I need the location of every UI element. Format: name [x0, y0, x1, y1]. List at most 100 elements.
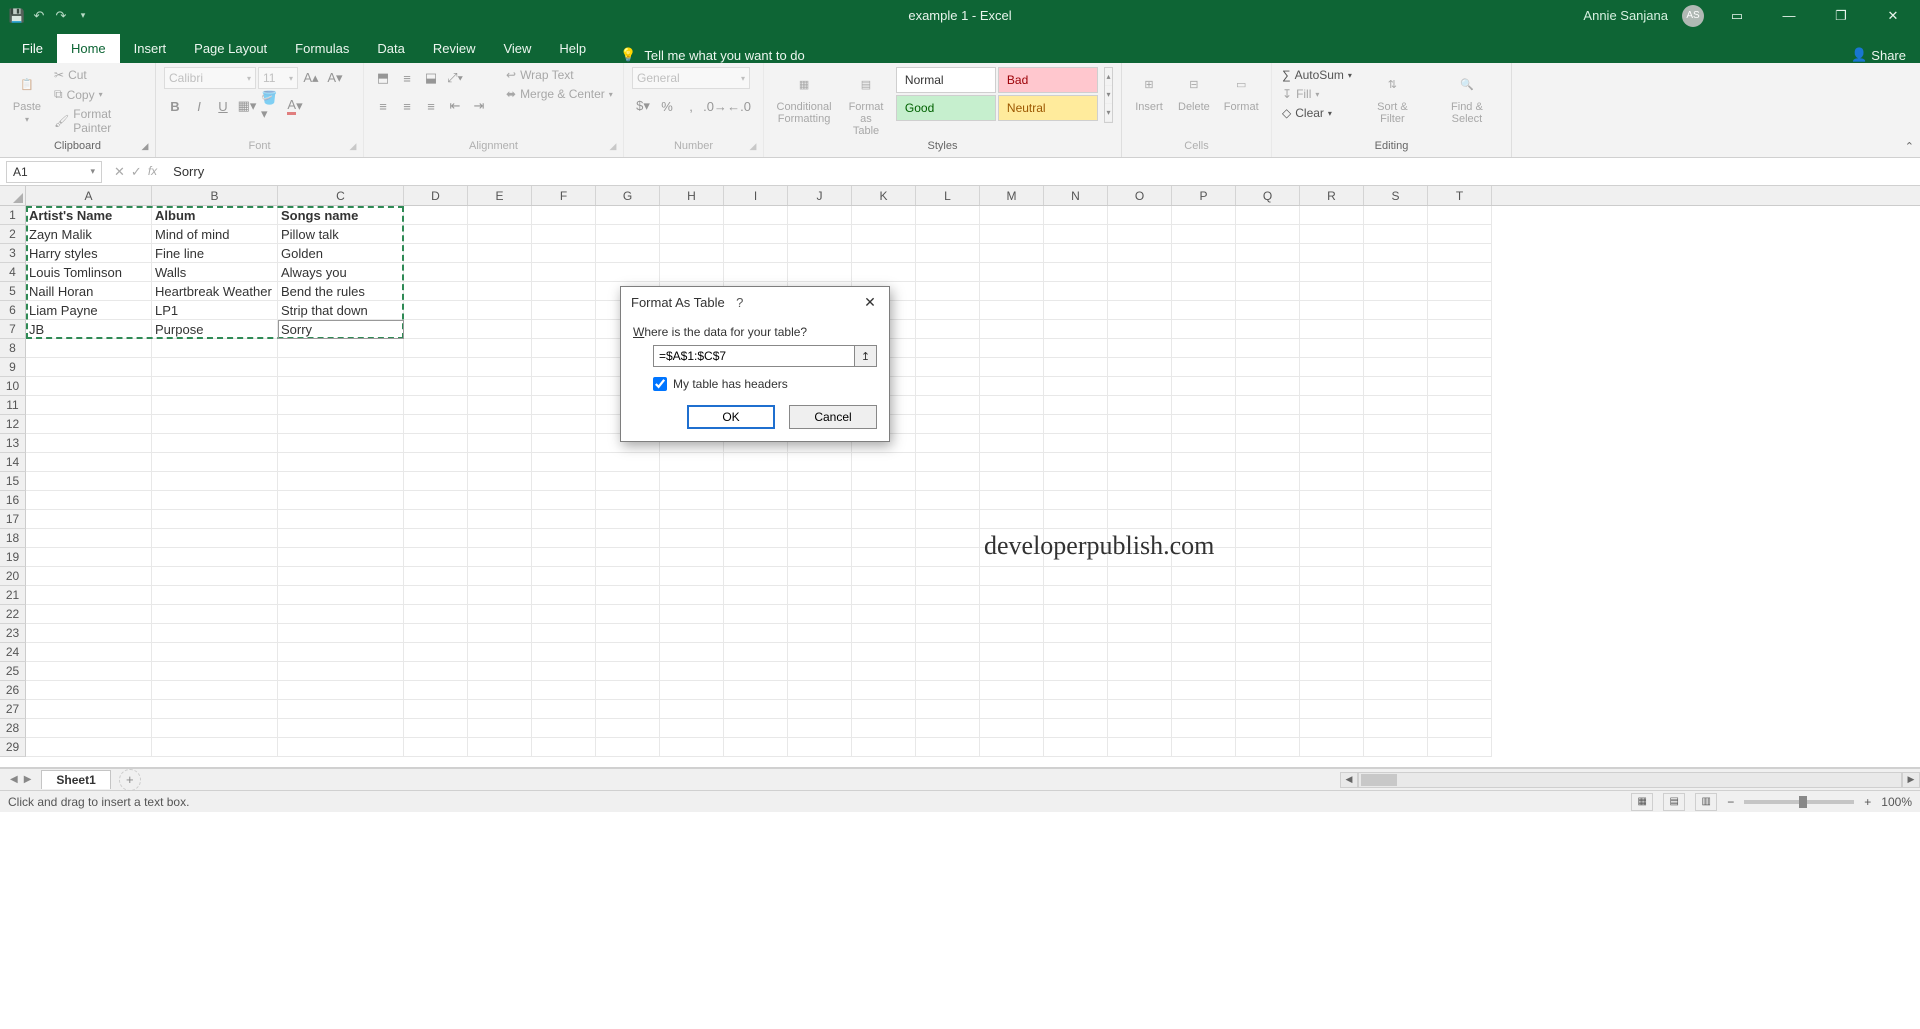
cell[interactable] [468, 738, 532, 757]
cell[interactable] [1172, 358, 1236, 377]
cell[interactable] [1364, 225, 1428, 244]
cell[interactable] [1108, 415, 1172, 434]
cell[interactable] [26, 643, 152, 662]
view-page-break-icon[interactable]: ▥ [1695, 793, 1717, 811]
cell[interactable] [1364, 282, 1428, 301]
cell[interactable] [468, 472, 532, 491]
cell[interactable] [532, 662, 596, 681]
row-header[interactable]: 20 [0, 567, 26, 586]
cell[interactable] [1044, 396, 1108, 415]
cell[interactable] [278, 434, 404, 453]
cell[interactable] [916, 548, 980, 567]
cell[interactable] [1364, 586, 1428, 605]
cell[interactable] [1428, 472, 1492, 491]
close-icon[interactable]: ✕ [1874, 0, 1912, 31]
cell[interactable] [596, 738, 660, 757]
cell[interactable] [916, 472, 980, 491]
row-header[interactable]: 28 [0, 719, 26, 738]
cell[interactable] [468, 605, 532, 624]
cell[interactable] [1364, 301, 1428, 320]
delete-cells-button[interactable]: ⊟Delete [1174, 67, 1214, 115]
cell[interactable] [788, 662, 852, 681]
cell[interactable] [26, 662, 152, 681]
cell[interactable] [1300, 738, 1364, 757]
cell[interactable] [532, 263, 596, 282]
cell[interactable] [1428, 377, 1492, 396]
align-bottom-icon[interactable]: ⬓ [420, 67, 442, 89]
cell[interactable] [660, 738, 724, 757]
cell[interactable] [1364, 491, 1428, 510]
cell[interactable] [916, 282, 980, 301]
tab-review[interactable]: Review [419, 34, 490, 63]
zoom-level[interactable]: 100% [1881, 795, 1912, 809]
cell[interactable]: Harry styles [26, 244, 152, 263]
cell[interactable] [788, 605, 852, 624]
cancel-button[interactable]: Cancel [789, 405, 877, 429]
cell[interactable] [278, 491, 404, 510]
cell[interactable] [916, 415, 980, 434]
cell[interactable] [1044, 263, 1108, 282]
fill-button[interactable]: ↧Fill▾ [1280, 86, 1354, 102]
cell[interactable] [26, 548, 152, 567]
cell[interactable] [596, 225, 660, 244]
cell[interactable] [596, 586, 660, 605]
column-header[interactable]: A [26, 186, 152, 205]
cell[interactable] [1428, 358, 1492, 377]
cell[interactable] [724, 263, 788, 282]
cell[interactable] [1044, 662, 1108, 681]
cell[interactable] [1364, 624, 1428, 643]
cell[interactable] [724, 567, 788, 586]
cell[interactable] [152, 339, 278, 358]
cell[interactable] [1300, 719, 1364, 738]
cell[interactable] [468, 263, 532, 282]
cell[interactable] [468, 225, 532, 244]
cell[interactable] [1108, 225, 1172, 244]
conditional-formatting-button[interactable]: ▦ Conditional Formatting [772, 67, 836, 127]
cell[interactable] [278, 358, 404, 377]
cell[interactable] [980, 681, 1044, 700]
cell[interactable] [532, 358, 596, 377]
cell[interactable] [724, 624, 788, 643]
cell[interactable] [532, 453, 596, 472]
cell[interactable] [1428, 738, 1492, 757]
cell[interactable] [1364, 244, 1428, 263]
cell[interactable] [1300, 453, 1364, 472]
cell[interactable] [788, 719, 852, 738]
zoom-in-icon[interactable]: + [1864, 795, 1871, 809]
cell[interactable] [152, 510, 278, 529]
save-icon[interactable]: 💾 [8, 7, 26, 25]
cell[interactable] [1172, 206, 1236, 225]
cell[interactable] [1108, 738, 1172, 757]
cell[interactable] [660, 567, 724, 586]
cell[interactable] [1428, 548, 1492, 567]
cell[interactable] [660, 700, 724, 719]
row-header[interactable]: 22 [0, 605, 26, 624]
style-bad[interactable]: Bad [998, 67, 1098, 93]
cell[interactable] [1108, 624, 1172, 643]
cell[interactable] [788, 510, 852, 529]
autosum-button[interactable]: ∑AutoSum▾ [1280, 67, 1354, 83]
cell[interactable] [1364, 358, 1428, 377]
cell[interactable] [1172, 263, 1236, 282]
cell[interactable] [152, 567, 278, 586]
cell[interactable] [1108, 244, 1172, 263]
cell[interactable] [468, 719, 532, 738]
cell[interactable] [1172, 415, 1236, 434]
cell[interactable] [152, 586, 278, 605]
cell[interactable] [788, 567, 852, 586]
cell[interactable] [152, 472, 278, 491]
cell[interactable] [1236, 320, 1300, 339]
cell[interactable] [980, 263, 1044, 282]
cell[interactable] [980, 301, 1044, 320]
cell[interactable] [1172, 643, 1236, 662]
cell[interactable] [26, 396, 152, 415]
cell[interactable] [1300, 206, 1364, 225]
cell[interactable] [980, 244, 1044, 263]
column-header[interactable]: B [152, 186, 278, 205]
cell[interactable] [1172, 510, 1236, 529]
cell[interactable] [1428, 624, 1492, 643]
cell[interactable] [596, 529, 660, 548]
cell[interactable]: Golden [278, 244, 404, 263]
cell[interactable] [1236, 624, 1300, 643]
cell[interactable] [1428, 453, 1492, 472]
